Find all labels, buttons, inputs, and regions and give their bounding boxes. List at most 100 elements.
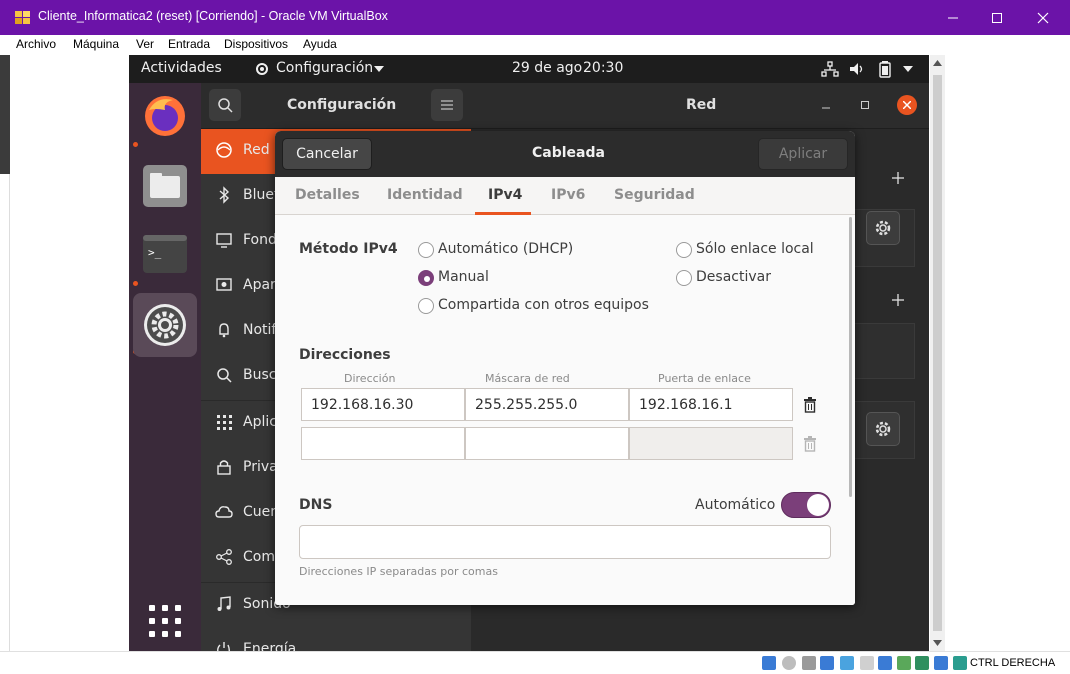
show-applications-button[interactable] [137, 593, 193, 649]
dialog-title: Cableada [532, 145, 605, 161]
close-settings-button[interactable] [897, 95, 917, 115]
addresses-label: Direcciones [299, 347, 391, 363]
column-header-address: Dirección [344, 372, 396, 385]
bell-icon [219, 323, 229, 338]
add-icon[interactable] [891, 171, 905, 185]
dns-hint: Direcciones IP separadas por comas [299, 565, 498, 578]
menu-entrada[interactable]: Entrada [168, 37, 210, 51]
gateway-field[interactable]: 192.168.16.1 [629, 388, 793, 421]
proxy-settings-button[interactable] [866, 412, 900, 446]
menu-archivo[interactable]: Archivo [16, 37, 56, 51]
wired-settings-button[interactable] [866, 211, 900, 245]
video-capture-icon[interactable] [897, 656, 911, 670]
address-field-empty[interactable] [301, 427, 465, 460]
dialog-tabs: Detalles Identidad IPv4 IPv6 Seguridad [275, 177, 855, 215]
delete-address-button-disabled [795, 427, 825, 460]
host-key-icon[interactable] [953, 656, 967, 670]
tab-seguridad[interactable]: Seguridad [614, 187, 695, 203]
tab-ipv6[interactable]: IPv6 [551, 187, 585, 203]
radio-manual-label[interactable]: Manual [438, 269, 489, 285]
appearance-icon [216, 278, 232, 291]
network-wired-icon[interactable] [821, 61, 839, 77]
cancel-button[interactable]: Cancelar [282, 138, 372, 170]
hard-disk-icon[interactable] [762, 656, 776, 670]
close-icon [903, 101, 911, 109]
ipv4-settings: Método IPv4 Automático (DHCP) Manual Com… [275, 215, 855, 605]
netmask-field-empty[interactable] [465, 427, 629, 460]
radio-manual[interactable] [418, 270, 434, 286]
svg-text:>_: >_ [148, 246, 162, 259]
host-vertical-scrollbar[interactable] [930, 55, 945, 651]
radio-auto-dhcp-label[interactable]: Automático (DHCP) [438, 241, 573, 257]
apply-button[interactable]: Aplicar [758, 138, 848, 170]
delete-address-button[interactable] [795, 388, 825, 421]
dialog-header: Cancelar Cableada Aplicar [275, 131, 855, 177]
radio-link-local[interactable] [676, 242, 692, 258]
radio-link-local-label[interactable]: Sólo enlace local [696, 241, 814, 257]
host-background-strip [0, 174, 10, 674]
dock-settings[interactable] [133, 293, 197, 357]
host-background-strip [0, 55, 10, 174]
firefox-icon [145, 96, 185, 136]
menu-maquina[interactable]: Máquina [73, 37, 119, 51]
settings-icon [144, 304, 186, 346]
sidebar-item-energia[interactable]: Energía [201, 628, 471, 651]
maximize-icon[interactable] [860, 100, 870, 110]
scroll-down-icon[interactable] [933, 640, 942, 646]
tab-ipv4[interactable]: IPv4 [488, 187, 522, 203]
activities-button[interactable]: Actividades [141, 60, 222, 76]
minimize-button[interactable] [930, 0, 976, 35]
radio-shared[interactable] [418, 298, 434, 314]
address-field[interactable]: 192.168.16.30 [301, 388, 465, 421]
network-adapter-icon[interactable] [820, 656, 834, 670]
menu-dispositivos[interactable]: Dispositivos [224, 37, 288, 51]
method-label: Método IPv4 [299, 241, 398, 257]
dns-automatic-switch[interactable] [781, 492, 831, 518]
add-icon[interactable] [891, 293, 905, 307]
optical-drive-icon[interactable] [782, 656, 796, 670]
dock-files[interactable] [137, 158, 193, 214]
display-icon[interactable] [878, 656, 892, 670]
tab-detalles[interactable]: Detalles [295, 187, 360, 203]
running-indicator [133, 142, 138, 147]
minimize-icon[interactable] [821, 100, 831, 110]
menu-ayuda[interactable]: Ayuda [303, 37, 337, 51]
dns-input[interactable] [299, 525, 831, 559]
shared-folders-icon[interactable] [860, 656, 874, 670]
gear-icon [875, 421, 891, 437]
gateway-field-empty[interactable] [629, 427, 793, 460]
close-window-button[interactable] [1020, 0, 1066, 35]
system-menu-chevron-icon[interactable] [903, 66, 913, 72]
tab-identidad[interactable]: Identidad [387, 187, 463, 203]
recording-icon[interactable] [915, 656, 929, 670]
close-icon [1037, 12, 1049, 23]
dialog-scrollbar[interactable] [849, 217, 852, 497]
share-icon [216, 549, 232, 565]
ubuntu-dock: >_ [129, 83, 201, 651]
volume-icon[interactable] [849, 61, 865, 77]
search-button[interactable] [209, 89, 241, 121]
column-header-gateway: Puerta de enlace [658, 372, 751, 385]
hamburger-menu-button[interactable] [431, 89, 463, 121]
app-menu[interactable]: Configuración [276, 60, 373, 76]
clock-time[interactable]: 20:30 [583, 60, 623, 76]
maximize-button[interactable] [974, 0, 1020, 35]
window-title: Cliente_Informatica2 (reset) [Corriendo]… [38, 9, 388, 23]
dock-firefox[interactable] [137, 88, 193, 144]
host-menu-bar: Archivo Máquina Ver Entrada Dispositivos… [0, 35, 1070, 55]
radio-disable-label[interactable]: Desactivar [696, 269, 771, 285]
dock-terminal[interactable]: >_ [137, 226, 193, 282]
wired-connection-dialog: Cancelar Cableada Aplicar Detalles Ident… [275, 131, 855, 605]
menu-ver[interactable]: Ver [136, 37, 154, 51]
scroll-thumb[interactable] [933, 75, 942, 631]
radio-auto-dhcp[interactable] [418, 242, 434, 258]
netmask-field[interactable]: 255.255.255.0 [465, 388, 629, 421]
radio-disable[interactable] [676, 270, 692, 286]
clock-date[interactable]: 29 de ago [512, 60, 582, 76]
usb-icon[interactable] [840, 656, 854, 670]
battery-icon[interactable] [878, 60, 892, 78]
scroll-up-icon[interactable] [933, 60, 942, 66]
audio-icon[interactable] [802, 656, 816, 670]
cpu-icon[interactable] [934, 656, 948, 670]
radio-shared-label[interactable]: Compartida con otros equipos [438, 297, 649, 313]
